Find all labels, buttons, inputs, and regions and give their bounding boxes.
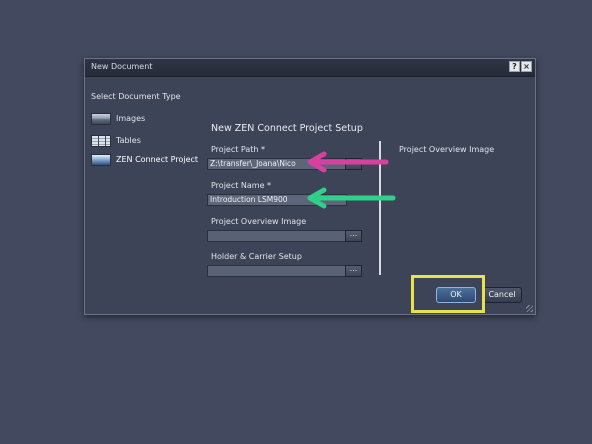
ok-highlight-box [411, 275, 485, 313]
annotation-arrows [307, 151, 396, 209]
arrow-project-name [307, 187, 396, 209]
arrow-project-path [307, 151, 389, 173]
